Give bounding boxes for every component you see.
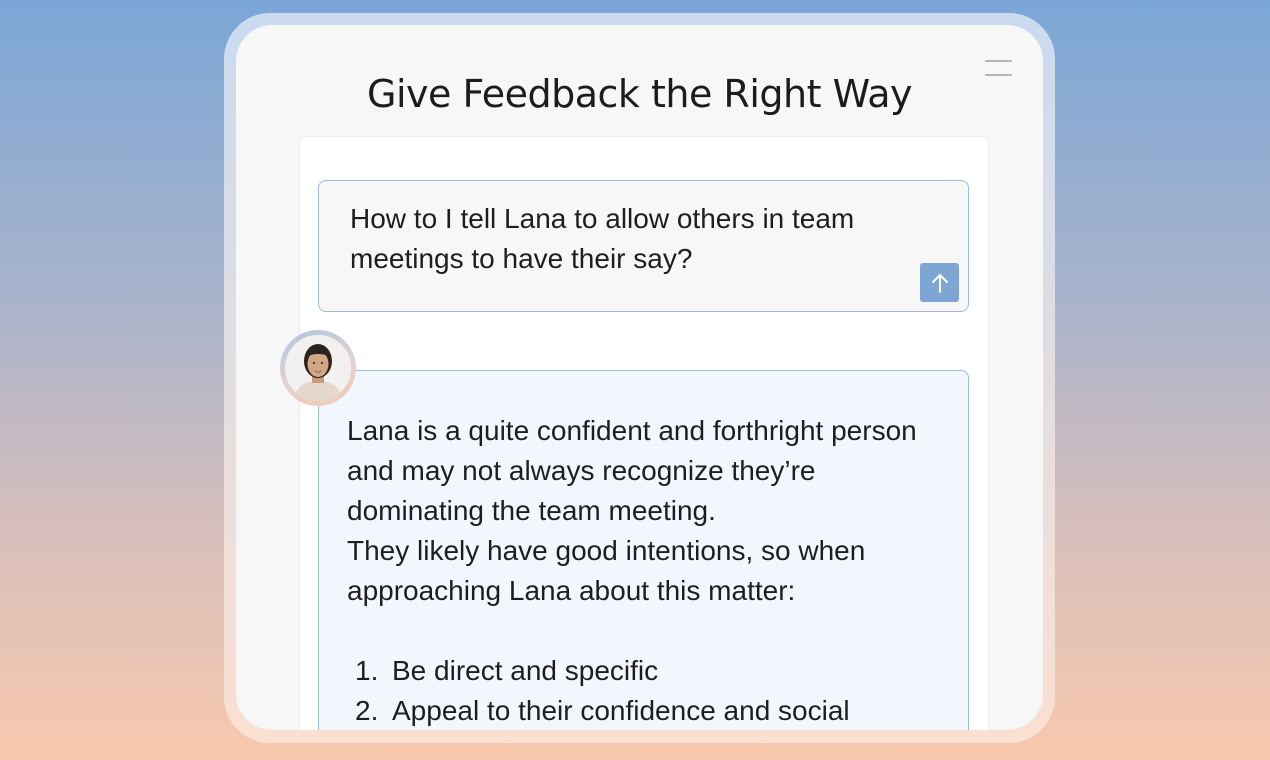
list-item-number: 1. bbox=[355, 655, 379, 686]
prompt-text[interactable]: How to I tell Lana to allow others in te… bbox=[350, 199, 930, 279]
assistant-avatar bbox=[280, 330, 356, 406]
list-item: 1. Be direct and specific bbox=[347, 651, 952, 691]
advice-list: 1. Be direct and specific 2. Appeal to t… bbox=[347, 651, 952, 730]
hamburger-menu-icon[interactable] bbox=[985, 59, 1012, 77]
avatar bbox=[285, 335, 351, 401]
arrow-up-icon bbox=[931, 273, 948, 293]
app-window: Give Feedback the Right Way How to I tel… bbox=[236, 25, 1043, 730]
assistant-response: Lana is a quite confident and forthright… bbox=[318, 370, 969, 730]
list-item: 2. Appeal to their confidence and social bbox=[347, 691, 952, 730]
response-paragraph: Lana is a quite confident and forthright… bbox=[347, 415, 917, 526]
list-item-text: Appeal to their confidence and social bbox=[392, 695, 850, 726]
send-button[interactable] bbox=[920, 263, 959, 302]
list-item-number: 2. bbox=[355, 695, 379, 726]
page-title: Give Feedback the Right Way bbox=[367, 72, 913, 116]
list-item-text: Be direct and specific bbox=[392, 655, 659, 686]
prompt-input[interactable]: How to I tell Lana to allow others in te… bbox=[318, 180, 969, 312]
person-portrait-icon bbox=[285, 335, 351, 401]
response-paragraph: They likely have good intentions, so whe… bbox=[347, 535, 866, 606]
